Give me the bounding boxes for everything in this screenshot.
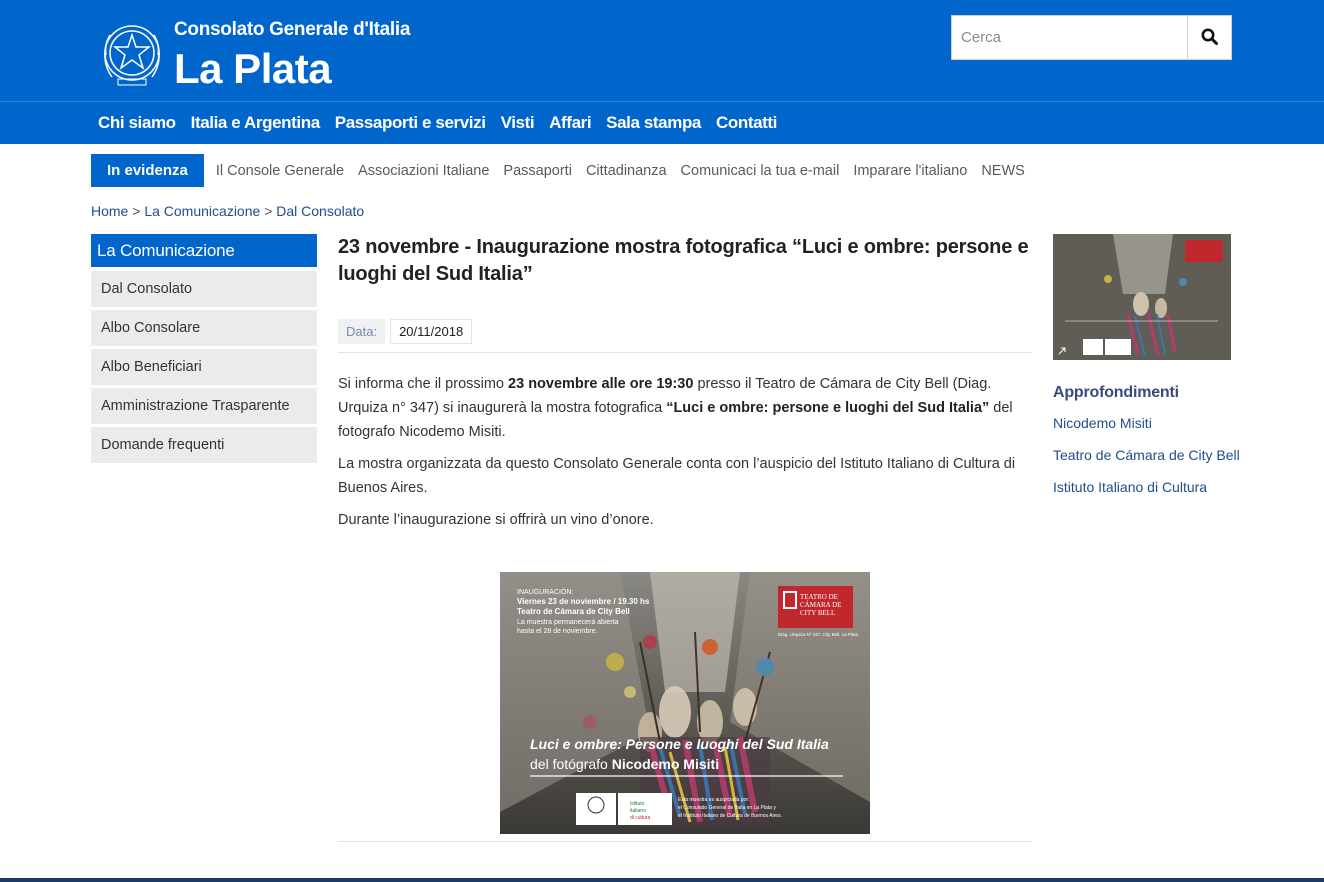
poster-teatro-line: CÁMARA DE [800, 601, 841, 609]
sidebar-item-amministrazione-trasparente[interactable]: Amministrazione Trasparente [91, 388, 317, 424]
search-input[interactable] [952, 16, 1188, 59]
poster-date-line: Viernes 23 de noviembre / 19.30 hs [517, 597, 650, 606]
link-teatro-camara-city-bell[interactable]: Teatro de Cámara de City Bell [1053, 447, 1240, 463]
nav-sala-stampa[interactable]: Sala stampa [606, 113, 701, 133]
poster-thumbnail-artwork [1053, 234, 1231, 360]
date-label: Data: [338, 319, 386, 344]
poster-inauguration-label: INAUGURACIÓN: [517, 587, 573, 596]
breadcrumb-separator: > [132, 203, 141, 219]
bold-exhibition-title: “Luci e ombre: persone e luoghi del Sud … [666, 400, 990, 416]
sidebar-item-albo-beneficiari[interactable]: Albo Beneficiari [91, 349, 317, 385]
poster-title: Luci e ombre: Persone e luoghi del Sud I… [530, 736, 829, 752]
poster-credit-line: el Consulado General de Italia en La Pla… [678, 805, 776, 811]
article-body: Si informa che il prossimo 23 novembre a… [338, 372, 1032, 540]
site-title[interactable]: La Plata [174, 44, 332, 94]
sub-nav-comunicaci-email[interactable]: Comunicaci la tua e-mail [681, 163, 840, 179]
poster-credit-line: Esta muestra es auspiciada por: [678, 797, 749, 803]
approfondimenti-title: Approfondimenti [1053, 384, 1179, 401]
section-sidebar: La Comunicazione Dal Consolato Albo Cons… [91, 234, 317, 463]
link-nicodemo-misiti[interactable]: Nicodemo Misiti [1053, 415, 1152, 431]
poster-credit-line: el Instituto Italiano de Cultura de Buen… [678, 813, 782, 819]
poster-teatro-line: CITY BELL [800, 609, 835, 617]
article-title: 23 novembre - Inaugurazione mostra fotog… [338, 236, 1029, 285]
nav-affari[interactable]: Affari [549, 113, 591, 133]
poster-thumbnail[interactable] [1053, 234, 1231, 360]
search-button[interactable] [1187, 16, 1231, 59]
bold-date: 23 novembre alle ore 19:30 [508, 376, 694, 392]
site-subtitle[interactable]: Consolato Generale d'Italia [174, 19, 410, 41]
breadcrumb-dal-consolato[interactable]: Dal Consolato [276, 203, 364, 219]
search-icon [1201, 28, 1219, 48]
nav-contatti[interactable]: Contatti [716, 113, 777, 133]
nav-visti[interactable]: Visti [501, 113, 535, 133]
breadcrumb: Home > La Comunicazione > Dal Consolato [91, 203, 364, 219]
breadcrumb-home[interactable]: Home [91, 203, 128, 219]
article-paragraph: Si informa che il prossimo 23 novembre a… [338, 372, 1032, 444]
text-run: Si informa che il prossimo [338, 376, 509, 392]
nav-italia-e-argentina[interactable]: Italia e Argentina [191, 113, 321, 133]
sidebar-item-dal-consolato[interactable]: Dal Consolato [91, 271, 317, 307]
sidebar-item-albo-consolare[interactable]: Albo Consolare [91, 310, 317, 346]
sub-nav-console-generale[interactable]: Il Console Generale [216, 163, 344, 179]
search-form [951, 15, 1232, 60]
poster-istituto-line: di cultura [630, 815, 651, 821]
sub-nav-imparare-italiano[interactable]: Imparare l'italiano [853, 163, 967, 179]
divider [338, 352, 1032, 353]
poster-istituto-line: istituto [630, 801, 645, 807]
in-evidenza-label: In evidenza [91, 154, 204, 187]
poster-istituto-line: italiano [630, 808, 646, 814]
poster-teatro-address: Diag. Urquiza Nº 347. City Bell. La Plat… [778, 632, 859, 637]
article-paragraph: Durante l’inaugurazione si offrirà un vi… [338, 512, 654, 528]
nav-passaporti-e-servizi[interactable]: Passaporti e servizi [335, 113, 486, 133]
article: 23 novembre - Inaugurazione mostra fotog… [338, 234, 1032, 842]
highlight-navigation: In evidenza Il Console Generale Associaz… [91, 154, 1039, 187]
poster-author: del fotógrafo Nicodemo Misiti [530, 756, 719, 772]
breadcrumb-la-comunicazione[interactable]: La Comunicazione [144, 203, 260, 219]
sub-nav-cittadinanza[interactable]: Cittadinanza [586, 163, 667, 179]
sub-nav-passaporti[interactable]: Passaporti [503, 163, 572, 179]
date-value: 20/11/2018 [390, 319, 473, 344]
divider [338, 841, 1032, 842]
sidebar-item-domande-frequenti[interactable]: Domande frequenti [91, 427, 317, 463]
site-header: Consolato Generale d'Italia La Plata [0, 0, 1324, 101]
poster-teatro-line: TEATRO DE [800, 593, 838, 601]
poster-artwork: INAUGURACIÓN: Viernes 23 de noviembre / … [500, 572, 870, 834]
italian-emblem-icon[interactable] [98, 15, 166, 93]
exhibition-poster[interactable]: INAUGURACIÓN: Viernes 23 de noviembre / … [500, 572, 870, 834]
link-istituto-italiano-cultura[interactable]: Istituto Italiano di Cultura [1053, 479, 1207, 495]
nav-chi-siamo[interactable]: Chi siamo [98, 113, 176, 133]
poster-info-line: La muestra permanecerá abierta [517, 619, 619, 626]
sidebar-title[interactable]: La Comunicazione [91, 234, 317, 267]
poster-info-line: hasta el 28 de noviembre. [517, 628, 598, 635]
article-paragraph: La mostra organizzata da questo Consolat… [338, 456, 1016, 496]
sub-nav-associazioni-italiane[interactable]: Associazioni Italiane [358, 163, 489, 179]
footer-border [0, 878, 1324, 882]
main-navigation: Chi siamo Italia e Argentina Passaporti … [0, 101, 1324, 144]
sub-nav-news[interactable]: NEWS [981, 163, 1025, 179]
poster-venue-line: Teatro de Cámara de City Bell [517, 607, 630, 616]
article-date: Data: 20/11/2018 [338, 319, 473, 344]
breadcrumb-separator: > [264, 203, 273, 219]
